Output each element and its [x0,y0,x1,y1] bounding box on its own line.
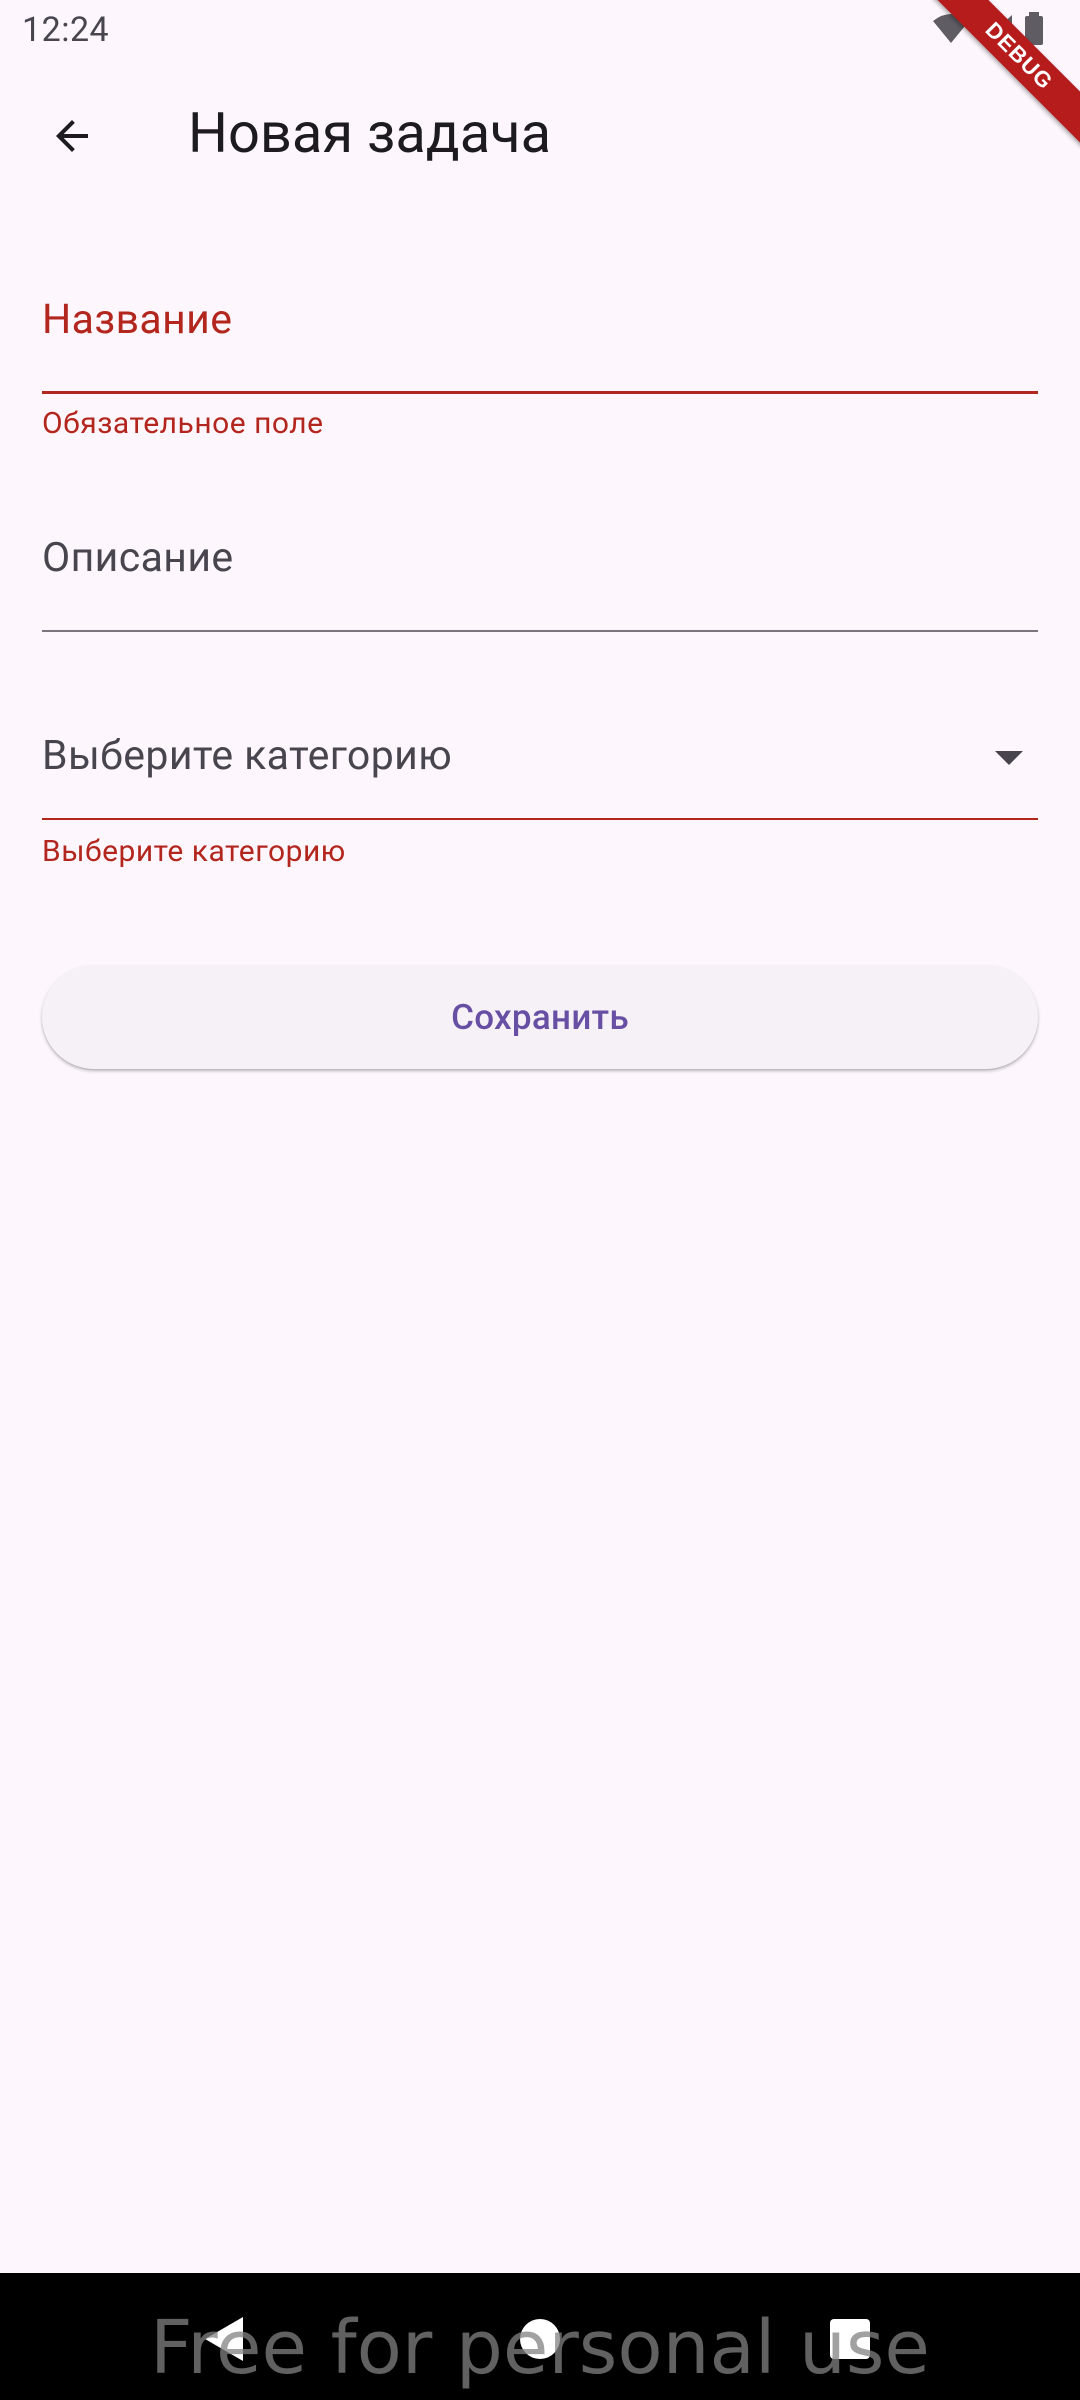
title-field[interactable]: Название Обязательное поле [42,260,1038,441]
category-dropdown[interactable]: Выберите категорию Выберите категорию [42,700,1038,880]
status-icons [932,12,1044,46]
battery-icon [1024,12,1044,46]
navigation-bar [0,2273,1080,2400]
category-dropdown-error: Выберите категорию [42,834,346,869]
page-title: Новая задача [188,100,552,166]
title-field-underline [42,391,1038,394]
wifi-icon [932,13,970,45]
save-button[interactable]: Сохранить [42,965,1038,1069]
dropdown-arrow-icon[interactable] [994,750,1024,770]
title-field-label: Название [42,296,233,344]
nav-home-button[interactable] [510,2311,570,2371]
nav-back-button[interactable] [195,2311,255,2371]
app-bar: Новая задача [0,64,1080,204]
back-button[interactable] [32,98,112,178]
nav-recents-button[interactable] [820,2311,880,2371]
nav-back-icon [203,2315,247,2367]
nav-home-icon [518,2317,562,2365]
signal-icon [980,13,1014,45]
screen: 12:24 DEBUG Новая задача Название Обязат… [0,0,1080,2400]
description-field-label: Описание [42,534,234,582]
status-time: 12:24 [22,10,110,50]
title-field-error: Обязательное поле [42,406,324,441]
arrow-back-icon [48,112,96,164]
nav-recents-icon [828,2317,872,2365]
status-bar: 12:24 [0,0,1080,64]
description-field-underline [42,630,1038,632]
category-dropdown-placeholder: Выберите категорию [42,732,453,780]
category-dropdown-underline [42,818,1038,820]
description-field[interactable]: Описание [42,500,1038,640]
